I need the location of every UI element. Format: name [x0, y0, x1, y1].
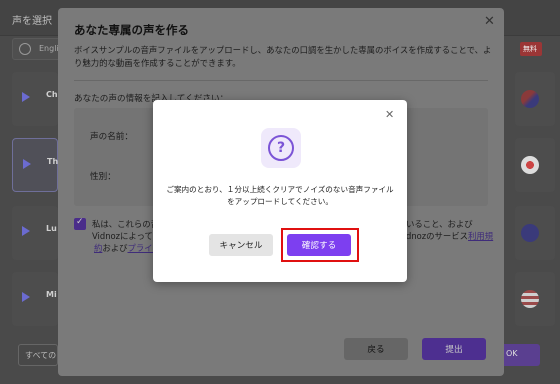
voice-name-label: 声の名前： [90, 132, 133, 142]
agreement-and: および [102, 243, 128, 253]
dialog-title: あなた専属の声を作る [74, 23, 189, 37]
dialog-description: ボイスサンプルの音声ファイルをアップロードし、あなたの口調を生かした専属のボイス… [74, 45, 492, 68]
voice-item[interactable]: Th [12, 138, 58, 192]
voice-item-right[interactable] [515, 272, 555, 326]
voice-item-name: Th [47, 157, 59, 166]
free-badge: 無料 [520, 42, 542, 56]
agreement-text-line1: 私は、これらの音 [92, 219, 159, 229]
uk-flag-icon [521, 90, 539, 108]
play-icon[interactable] [23, 159, 31, 169]
confirm-button[interactable]: 確認する [287, 234, 351, 256]
submit-button[interactable]: 提出 [422, 338, 486, 360]
question-icon-wrapper: ? [261, 128, 301, 168]
play-icon[interactable] [22, 292, 30, 302]
voice-item[interactable]: Mi [12, 272, 58, 326]
back-button[interactable]: 戻る [344, 338, 408, 360]
voice-item-right[interactable] [515, 72, 555, 126]
check-icon: ✓ [76, 217, 84, 227]
confirm-label: 確認する [301, 241, 337, 251]
agreement-text-line3: 約およびプライバ [94, 242, 161, 254]
voice-item-name: Lu [46, 224, 57, 233]
play-icon[interactable] [22, 92, 30, 102]
confirm-message: ご案内のとおり、１分以上続くクリアでノイズのない音声ファイルをアップロードしてく… [166, 185, 394, 206]
voice-item-name: Mi [46, 290, 57, 299]
terms-link[interactable]: 利用規 [468, 231, 493, 241]
us-flag-icon [521, 290, 539, 308]
divider [74, 80, 488, 81]
ok-label: OK [506, 349, 518, 358]
gender-label: 性別： [90, 172, 116, 182]
voice-item-name: Ch [46, 90, 58, 99]
question-icon: ? [268, 135, 294, 161]
back-label: 戻る [367, 345, 385, 355]
voice-item[interactable]: Lu [12, 206, 58, 260]
submit-label: 提出 [445, 345, 463, 355]
voice-select-title: 声を選択 [12, 16, 52, 27]
agree-checkbox[interactable]: ✓ [74, 217, 86, 230]
agreement-text-line2: Vidnozによって [92, 231, 153, 241]
all-filter-label: すべての [25, 351, 57, 360]
close-icon[interactable]: ✕ [385, 108, 394, 121]
agreement-text-right2: dnozのサービス利用規 [406, 230, 493, 242]
voice-item-right[interactable] [515, 206, 555, 260]
canada-flag-icon [521, 156, 539, 174]
globe-icon [19, 43, 31, 55]
free-badge-label: 無料 [523, 45, 537, 53]
close-icon[interactable]: ✕ [484, 14, 495, 29]
agreement-service: dnozのサービス [406, 231, 469, 241]
agreement-text-right1: いること、および [406, 219, 473, 229]
voice-item[interactable]: Ch [12, 72, 58, 126]
cancel-label: キャンセル [219, 241, 263, 251]
play-icon[interactable] [22, 226, 30, 236]
confirm-modal: ✕ ? ご案内のとおり、１分以上続くクリアでノイズのない音声ファイルをアップロー… [153, 100, 407, 282]
voice-item-right[interactable] [515, 138, 555, 192]
all-filter-button[interactable]: すべての [18, 344, 58, 366]
cancel-button[interactable]: キャンセル [209, 234, 273, 256]
australia-flag-icon [521, 224, 539, 242]
